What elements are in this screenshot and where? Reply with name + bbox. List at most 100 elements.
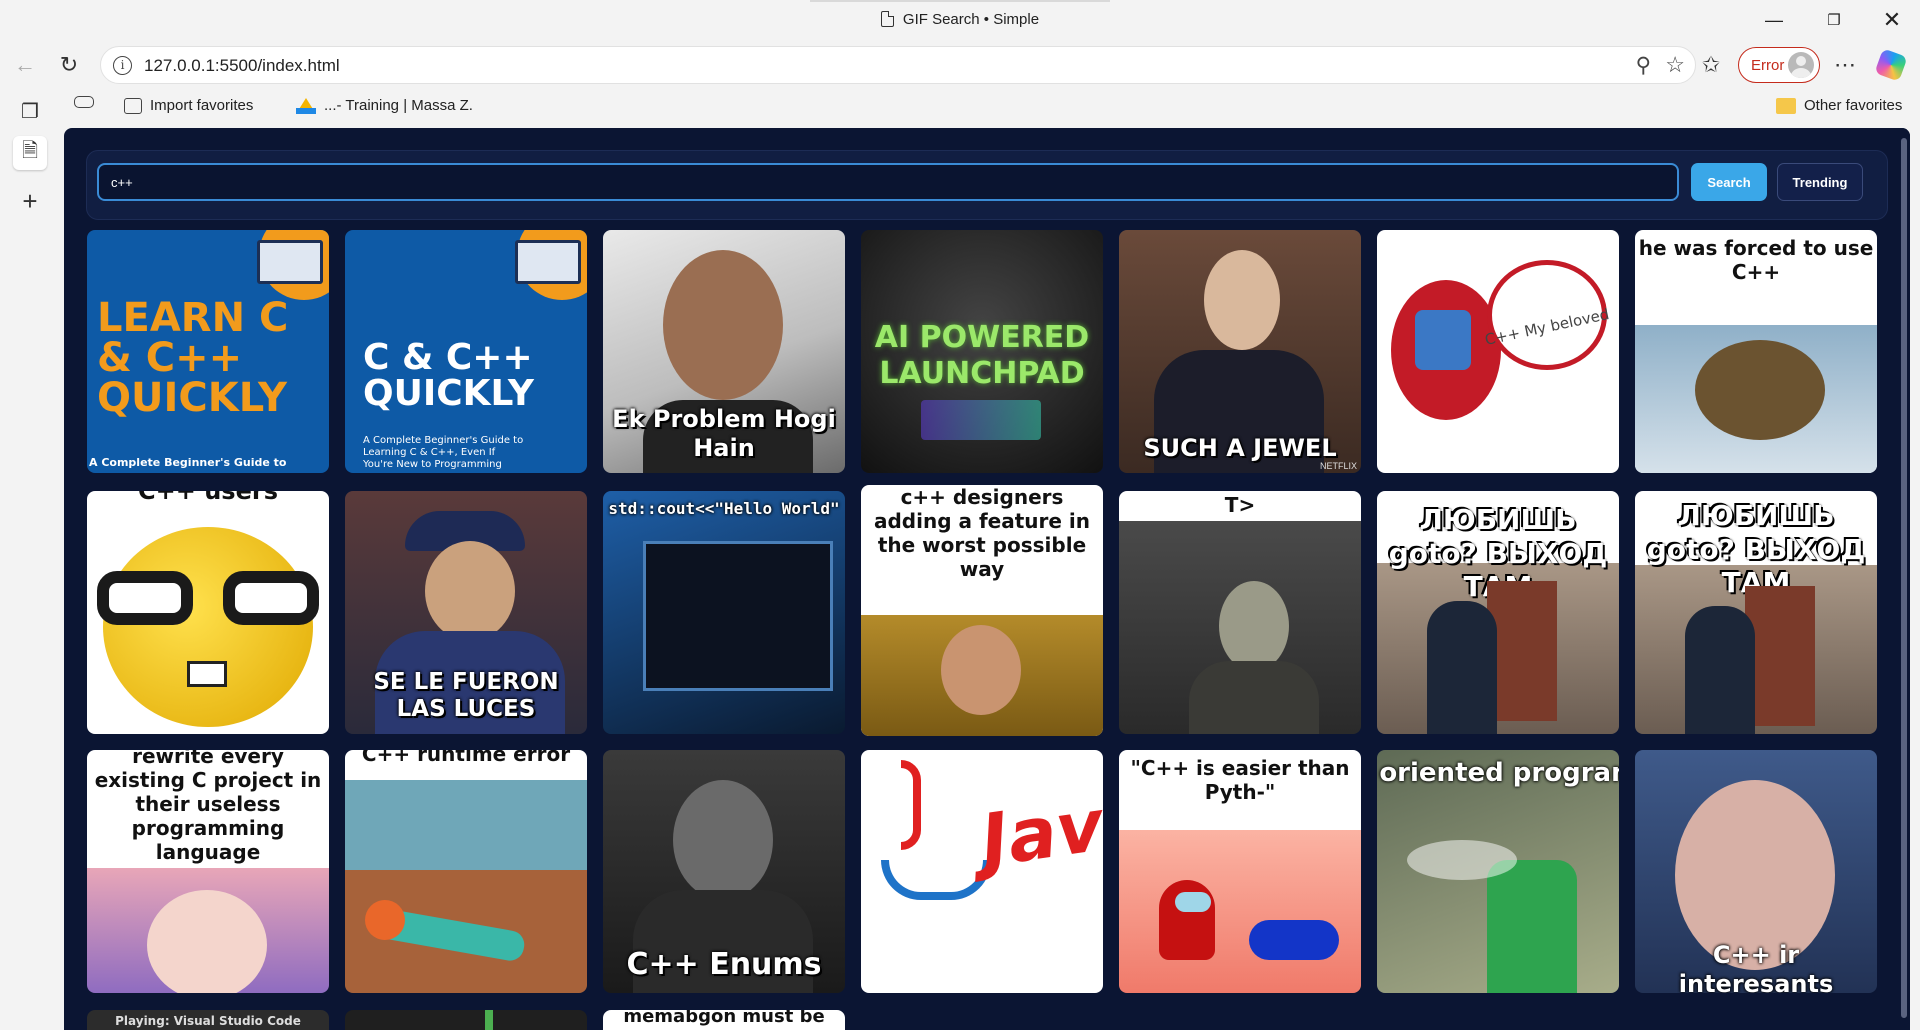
person-face	[663, 250, 783, 400]
gif-tile[interactable]: C++ users	[87, 491, 329, 734]
back-icon[interactable]: ←	[8, 48, 42, 82]
cpp-logo-icon	[1415, 310, 1471, 370]
spray-mist	[1407, 840, 1517, 880]
close-icon[interactable]: ✕	[1866, 0, 1918, 40]
gif-tile[interactable]: LEARN C & C++ QUICKLY A Complete Beginne…	[87, 230, 329, 473]
profile-error-button[interactable]: Error	[1738, 47, 1820, 83]
gif-tile[interactable]: memabgon must be	[603, 1010, 845, 1030]
trending-button[interactable]: Trending	[1777, 163, 1863, 201]
gif-tile[interactable]: C & C++ QUICKLY A Complete Beginner's Gu…	[345, 230, 587, 473]
nerd-emoji	[103, 527, 313, 727]
gif-caption: AI POWERED LAUNCHPAD	[874, 320, 1090, 391]
gif-caption: C & C++ QUICKLY	[363, 337, 534, 414]
address-bar[interactable]: i 127.0.0.1:5500/index.html ⚲ ☆	[100, 46, 1696, 84]
favorites-icon[interactable]: ✩	[1694, 48, 1728, 82]
gif-tile[interactable]: ЛЮБИШЬ goto? ВЫХОД ТАМ	[1635, 491, 1877, 734]
gif-image	[485, 1010, 493, 1030]
gif-caption: C++ ir interesants	[1678, 941, 1834, 993]
google-drive-icon	[296, 97, 316, 114]
person-face	[941, 625, 1021, 715]
laptop-image	[257, 240, 323, 284]
door-image	[1745, 586, 1815, 726]
gif-caption: T>	[1224, 493, 1256, 517]
person-body	[1189, 661, 1319, 734]
gif-badge: NETFLIX	[1319, 461, 1357, 471]
gif-tile[interactable]: Playing: Visual Studio Code	[87, 1010, 329, 1030]
new-tab-icon[interactable]: +	[13, 184, 47, 218]
gif-subcaption: A Complete Beginner's Guide to Learning …	[363, 435, 524, 470]
search-button[interactable]: Search	[1691, 163, 1767, 201]
gif-caption: ЛЮБИШЬ goto? ВЫХОД ТАМ	[1646, 499, 1866, 600]
person-face	[425, 541, 515, 641]
gif-tile[interactable]: "C++ is easier than Pyth-"	[1119, 750, 1361, 993]
spray-bottle	[1487, 860, 1577, 993]
site-info-icon[interactable]: i	[113, 56, 132, 75]
gif-caption: "C++ is easier than Pyth-"	[1130, 756, 1350, 804]
logo-image	[921, 400, 1041, 440]
glasses-icon	[97, 571, 319, 625]
person-face	[1219, 581, 1289, 671]
gif-tile[interactable]: C++ My beloved	[1377, 230, 1619, 473]
url-text[interactable]: 127.0.0.1:5500/index.html	[144, 56, 340, 76]
amongus-blue	[1249, 920, 1339, 960]
gif-caption: SUCH A JEWEL	[1143, 434, 1337, 463]
gif-tile[interactable]: C++ ir interesants	[1635, 750, 1877, 993]
gif-tile[interactable]: Java	[861, 750, 1103, 993]
page-scrollbar[interactable]	[1898, 128, 1910, 1030]
search-input[interactable]	[97, 163, 1679, 201]
gif-tile[interactable]: C++ runtime error	[345, 750, 587, 993]
gif-caption: SE LE FUERON LAS LUCES	[373, 668, 559, 723]
restore-icon[interactable]: ❐	[1808, 0, 1860, 40]
more-menu-icon[interactable]: ⋯	[1828, 48, 1862, 82]
title-bar: GIF Search • Simple — ❐ ✕	[0, 0, 1920, 40]
terminal-image	[643, 541, 833, 691]
amongus-visor	[1175, 892, 1211, 912]
reload-icon[interactable]: ↻	[52, 48, 86, 82]
favorites-bar: Import favorites ...- Training | Massa Z…	[60, 94, 1920, 122]
import-icon	[124, 97, 142, 114]
anime-face	[147, 890, 267, 993]
gif-tile[interactable]: SE LE FUERON LAS LUCES	[345, 491, 587, 734]
seal-image	[1695, 340, 1825, 440]
reading-view-icon[interactable]	[74, 96, 94, 108]
tab-page-icon[interactable]: 🗎	[13, 136, 47, 170]
gif-caption: he was forced to use C++	[1638, 236, 1874, 284]
gif-caption: Java	[975, 775, 1103, 883]
copilot-icon[interactable]	[1874, 48, 1908, 82]
gif-caption: c++ designers adding a feature in the wo…	[873, 485, 1090, 581]
favorite-import[interactable]: Import favorites	[124, 97, 253, 114]
gif-tile[interactable]: std::cout<<"Hello World"	[603, 491, 845, 734]
gif-tile[interactable]: t oriented program	[1377, 750, 1619, 993]
zoom-icon[interactable]: ⚲	[1636, 53, 1651, 78]
gif-tile[interactable]: c++ designers adding a feature in the wo…	[861, 485, 1103, 736]
minimize-icon[interactable]: —	[1748, 0, 1800, 40]
java-cup-icon	[881, 860, 991, 900]
vertical-tab-strip: ❐ 🗎 +	[0, 88, 58, 1030]
other-favorites[interactable]: Other favorites	[1776, 97, 1902, 114]
avatar	[1788, 52, 1814, 78]
scrollbar-thumb[interactable]	[1901, 138, 1907, 1018]
page-viewport: Search Trending LEARN C & C++ QUICKLY A …	[64, 128, 1910, 1030]
teeth-shape	[187, 661, 227, 687]
gif-tile[interactable]: he was forced to use C++	[1635, 230, 1877, 473]
favorite-star-icon[interactable]: ☆	[1665, 52, 1685, 78]
tab-actions-icon[interactable]: ❐	[13, 94, 47, 128]
person-body	[1685, 606, 1755, 734]
navigation-bar: ← ↻ i 127.0.0.1:5500/index.html ⚲ ☆ ✩ Er…	[0, 44, 1920, 86]
gif-tile[interactable]	[345, 1010, 587, 1030]
other-favorites-label: Other favorites	[1804, 97, 1903, 114]
favorite-training[interactable]: ...- Training | Massa Z.	[296, 97, 473, 114]
folder-icon	[1776, 97, 1796, 114]
person-face	[673, 780, 773, 900]
gif-caption: Playing: Visual Studio Code	[115, 1014, 301, 1028]
gif-tile[interactable]: rewrite every existing C project in thei…	[87, 750, 329, 993]
gif-tile[interactable]: T>	[1119, 491, 1361, 734]
gif-tile[interactable]: Ek Problem Hogi Hain	[603, 230, 845, 473]
gif-tile[interactable]: SUCH A JEWEL NETFLIX	[1119, 230, 1361, 473]
gif-caption: LEARN C & C++ QUICKLY	[97, 295, 289, 421]
gif-caption: C++ users	[138, 491, 278, 505]
gif-caption: rewrite every existing C project in thei…	[94, 750, 322, 864]
gif-tile[interactable]: C++ Enums	[603, 750, 845, 993]
gif-tile[interactable]: AI POWERED LAUNCHPAD	[861, 230, 1103, 473]
gif-tile[interactable]: ЛЮБИШЬ goto? ВЫХОД ТАМ	[1377, 491, 1619, 734]
